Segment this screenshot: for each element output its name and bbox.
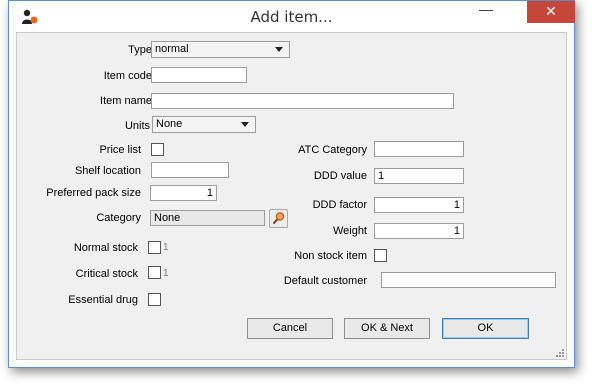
shelf-location-label: Shelf location <box>74 165 141 177</box>
atc-category-input[interactable] <box>374 141 464 157</box>
dialog-body: Type normal Item code Item name Units No… <box>16 32 567 360</box>
minimize-icon[interactable]: — <box>471 1 501 23</box>
category-label: Category <box>96 212 141 224</box>
ok-next-button[interactable]: OK & Next <box>344 318 430 339</box>
atc-category-label: ATC Category <box>298 144 367 156</box>
type-label: Type <box>128 44 152 56</box>
price-list-checkbox[interactable] <box>151 143 164 156</box>
resize-grip-icon[interactable] <box>556 349 564 357</box>
title-bar[interactable]: Add item... — ✕ <box>9 1 575 32</box>
normal-stock-label: Normal stock <box>73 242 138 254</box>
category-field[interactable]: None <box>150 210 265 226</box>
non-stock-item-checkbox[interactable] <box>374 249 387 262</box>
units-label: Units <box>124 120 150 132</box>
preferred-pack-size-input[interactable]: 1 <box>150 185 217 201</box>
normal-stock-tick: 1 <box>163 242 169 253</box>
ddd-value-label: DDD value <box>313 170 367 182</box>
item-name-input[interactable] <box>151 93 454 109</box>
ok-button[interactable]: OK <box>442 318 529 339</box>
ddd-value-input[interactable]: 1 <box>374 168 464 184</box>
essential-drug-label: Essential drug <box>68 294 138 306</box>
ddd-factor-label: DDD factor <box>312 199 367 211</box>
cancel-button[interactable]: Cancel <box>247 318 333 339</box>
chevron-down-icon <box>275 47 283 52</box>
price-list-label: Price list <box>99 144 141 156</box>
units-dropdown[interactable]: None <box>152 116 256 133</box>
normal-stock-checkbox[interactable] <box>148 241 161 254</box>
default-customer-label: Default customer <box>283 275 367 287</box>
critical-stock-tick: 1 <box>163 268 169 279</box>
critical-stock-checkbox[interactable] <box>148 266 161 279</box>
item-name-label: Item name <box>100 95 152 107</box>
type-dropdown[interactable]: normal <box>151 41 290 58</box>
close-icon[interactable]: ✕ <box>527 1 575 23</box>
item-code-input[interactable] <box>151 67 247 83</box>
units-value: None <box>156 118 183 130</box>
critical-stock-label: Critical stock <box>75 268 138 280</box>
weight-label: Weight <box>332 225 367 237</box>
add-item-dialog: Add item... — ✕ Type normal Item code It… <box>8 0 575 368</box>
default-customer-input[interactable] <box>381 272 556 288</box>
item-code-label: Item code <box>103 70 152 82</box>
weight-input[interactable]: 1 <box>374 223 464 239</box>
shelf-location-input[interactable] <box>151 162 229 178</box>
preferred-pack-size-label: Preferred pack size <box>46 187 141 199</box>
non-stock-item-label: Non stock item <box>294 250 367 262</box>
type-value: normal <box>155 43 189 55</box>
chevron-down-icon <box>241 122 249 127</box>
essential-drug-checkbox[interactable] <box>148 293 161 306</box>
ddd-factor-input[interactable]: 1 <box>374 197 464 213</box>
